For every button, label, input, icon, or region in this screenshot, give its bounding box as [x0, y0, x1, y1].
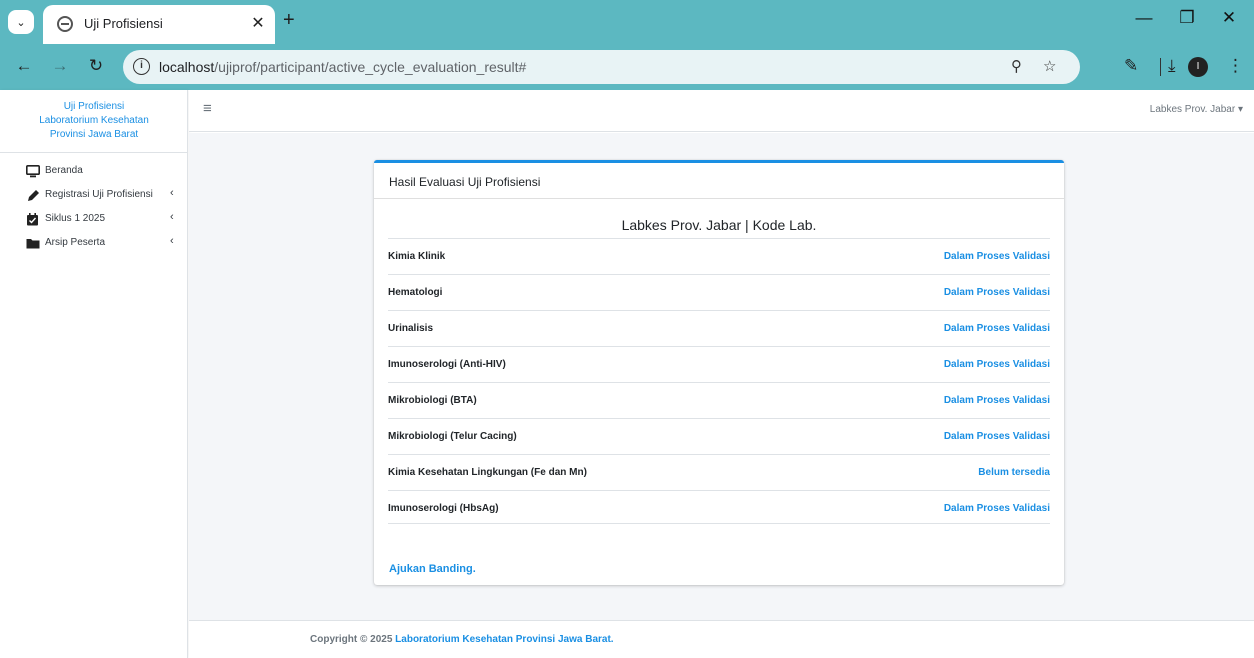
sidebar: Uji Profisiensi Laboratorium Kesehatan P…: [0, 90, 188, 658]
reload-icon[interactable]: ↻: [85, 56, 107, 76]
top-navbar: ≡ Labkes Prov. Jabar ▾: [189, 90, 1254, 132]
hamburger-menu-icon[interactable]: ≡: [203, 100, 212, 117]
footer: Copyright © 2025 Laboratorium Kesehatan …: [189, 620, 1254, 658]
forward-icon[interactable]: →: [49, 56, 71, 76]
result-row: Mikrobiologi (BTA) Dalam Proses Validasi: [388, 382, 1050, 418]
evaluation-card: Hasil Evaluasi Uji Profisiensi Labkes Pr…: [374, 160, 1064, 585]
subject-name: Urinalisis: [388, 323, 434, 334]
status-link[interactable]: Belum tersedia: [978, 467, 1050, 478]
result-row: Imunoserologi (HbsAg) Dalam Proses Valid…: [388, 490, 1050, 526]
sidebar-item-siklus[interactable]: Siklus 1 2025 ‹: [0, 210, 188, 234]
subject-name: Imunoserologi (Anti-HIV): [388, 359, 506, 370]
restore-icon[interactable]: ❐: [1172, 8, 1202, 28]
card-header: Hasil Evaluasi Uji Profisiensi: [374, 163, 1064, 199]
result-row: Urinalisis Dalam Proses Validasi: [388, 310, 1050, 346]
tab-close-icon[interactable]: ✕: [248, 13, 268, 33]
user-name: Labkes Prov. Jabar: [1149, 104, 1236, 115]
site-info-icon[interactable]: i: [133, 58, 150, 75]
chevron-left-icon: ‹: [170, 211, 174, 223]
browser-tab-bar: ⌄ Uji Profisiensi ✕ + — ❐ ✕: [0, 0, 1254, 44]
status-link[interactable]: Dalam Proses Validasi: [944, 395, 1050, 406]
subject-name: Imunoserologi (HbsAg): [388, 503, 499, 514]
result-row: Imunoserologi (Anti-HIV) Dalam Proses Va…: [388, 346, 1050, 382]
subject-name: Kimia Kesehatan Lingkungan (Fe dan Mn): [388, 467, 587, 478]
lab-heading: Labkes Prov. Jabar | Kode Lab.: [621, 217, 817, 233]
content-wrapper: Hasil Evaluasi Uji Profisiensi Labkes Pr…: [189, 133, 1254, 620]
copyright-text: Copyright © 2025 Laboratorium Kesehatan …: [310, 634, 614, 645]
subject-name: Kimia Klinik: [388, 251, 446, 262]
folder-icon: [26, 239, 40, 249]
subject-name: Hematologi: [388, 287, 443, 298]
sidebar-item-label: Beranda: [45, 165, 83, 176]
browser-menu-icon[interactable]: ⋮: [1227, 56, 1244, 76]
caret-down-icon: ▾: [1237, 104, 1243, 115]
status-link[interactable]: Dalam Proses Validasi: [944, 323, 1050, 334]
toolbar-divider: [1160, 58, 1161, 76]
brand-link[interactable]: Uji Profisiensi Laboratorium Kesehatan P…: [0, 100, 188, 142]
sidebar-item-label: Registrasi Uji Profisiensi: [45, 189, 153, 200]
result-row: Kimia Kesehatan Lingkungan (Fe dan Mn) B…: [388, 454, 1050, 490]
download-icon[interactable]: ⤓: [1168, 56, 1176, 76]
brand-divider: [0, 152, 188, 153]
sidebar-item-arsip[interactable]: Arsip Peserta ‹: [0, 234, 188, 258]
window-close-icon[interactable]: ✕: [1214, 8, 1244, 28]
calendar-check-icon: [27, 213, 38, 226]
new-tab-icon[interactable]: +: [283, 9, 295, 32]
status-link[interactable]: Dalam Proses Validasi: [944, 431, 1050, 442]
sidebar-item-beranda[interactable]: Beranda: [0, 162, 188, 186]
brand-subtitle-2: Provinsi Jawa Barat: [49, 129, 139, 140]
zoom-icon[interactable]: ⚲: [1011, 57, 1022, 75]
result-row: Kimia Klinik Dalam Proses Validasi: [388, 238, 1050, 274]
chevron-left-icon: ‹: [170, 187, 174, 199]
organization-link[interactable]: Laboratorium Kesehatan Provinsi Jawa Bar…: [395, 634, 613, 645]
status-link[interactable]: Dalam Proses Validasi: [944, 287, 1050, 298]
status-link[interactable]: Dalam Proses Validasi: [944, 503, 1050, 514]
status-link[interactable]: Dalam Proses Validasi: [944, 251, 1050, 262]
sidebar-item-label: Siklus 1 2025: [45, 213, 106, 224]
minimize-icon[interactable]: —: [1129, 8, 1159, 28]
pen-icon: [28, 190, 39, 201]
bookmark-star-icon[interactable]: ☆: [1043, 57, 1056, 75]
appeal-link[interactable]: Ajukan Banding.: [389, 563, 476, 575]
tab-title: Uji Profisiensi: [84, 16, 163, 31]
sidebar-item-label: Arsip Peserta: [45, 237, 106, 248]
browser-tab[interactable]: Uji Profisiensi ✕: [43, 5, 275, 44]
result-row: Hematologi Dalam Proses Validasi: [388, 274, 1050, 310]
monitor-icon: [26, 165, 40, 178]
chevron-left-icon: ‹: [170, 235, 174, 247]
sidebar-item-registrasi[interactable]: Registrasi Uji Profisiensi ‹: [0, 186, 188, 210]
extensions-icon[interactable]: ✎: [1124, 56, 1138, 76]
user-dropdown[interactable]: Labkes Prov. Jabar ▾: [1150, 104, 1243, 115]
profile-avatar[interactable]: I: [1188, 57, 1208, 77]
brand-title: Uji Profisiensi: [63, 101, 125, 112]
browser-toolbar: ← → ↻ i localhost/ujiprof/participant/ac…: [0, 44, 1254, 90]
globe-icon: [57, 16, 73, 32]
tab-search-chevron-icon[interactable]: ⌄: [8, 10, 34, 34]
subject-name: Mikrobiologi (BTA): [388, 395, 477, 406]
card-title: Hasil Evaluasi Uji Profisiensi: [389, 175, 541, 189]
table-bottom-border: [388, 523, 1050, 524]
back-icon[interactable]: ←: [13, 56, 35, 76]
brand-subtitle-1: Laboratorium Kesehatan: [39, 115, 149, 126]
address-bar[interactable]: i localhost/ujiprof/participant/active_c…: [123, 50, 1080, 84]
url-text: localhost/ujiprof/participant/active_cyc…: [159, 59, 527, 75]
subject-name: Mikrobiologi (Telur Cacing): [388, 431, 517, 442]
result-row: Mikrobiologi (Telur Cacing) Dalam Proses…: [388, 418, 1050, 454]
status-link[interactable]: Dalam Proses Validasi: [944, 359, 1050, 370]
